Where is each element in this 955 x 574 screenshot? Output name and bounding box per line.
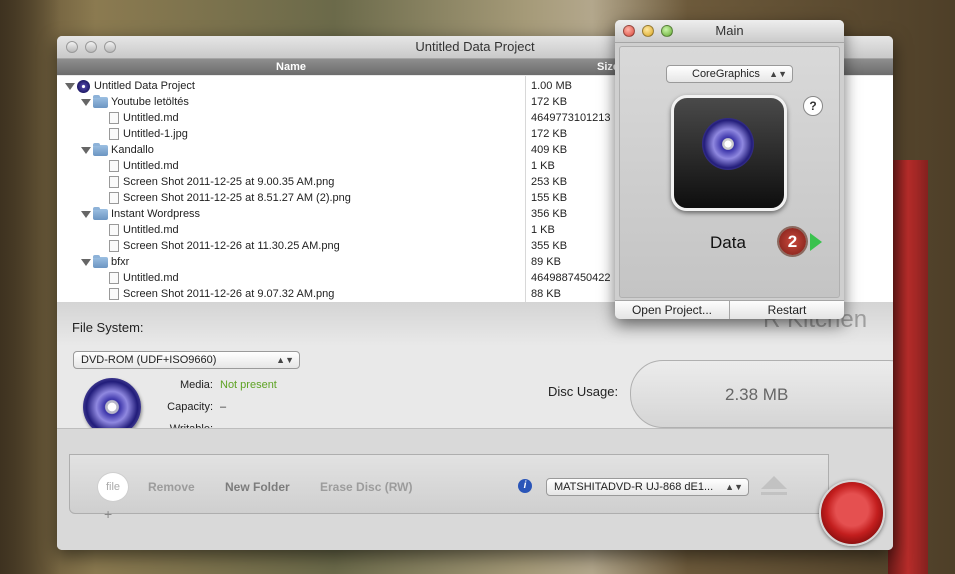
disc-usage-value: 2.38 MB <box>725 385 789 404</box>
minimize-button[interactable] <box>85 41 97 53</box>
remove-button[interactable]: Remove <box>148 480 195 494</box>
image-file-icon <box>109 288 119 301</box>
add-file-button[interactable]: file <box>97 472 129 502</box>
zoom-button[interactable] <box>661 25 673 37</box>
select-arrows-icon: ▲▼ <box>276 355 294 365</box>
background-dark-blob <box>0 0 60 574</box>
background-red-strands <box>888 160 928 574</box>
close-button[interactable] <box>66 41 78 53</box>
disclosure-triangle-icon[interactable] <box>81 98 91 106</box>
folder-icon <box>93 254 108 268</box>
project-type-label: Data <box>710 233 746 252</box>
disc-usage-label: Disc Usage: <box>548 384 619 399</box>
column-name-header[interactable]: Name <box>57 59 525 75</box>
zoom-button[interactable] <box>104 41 116 53</box>
file-icon <box>109 160 119 173</box>
info-icon[interactable]: i <box>518 479 532 493</box>
folder-icon <box>93 142 108 156</box>
open-project-button[interactable]: Open Project... <box>615 300 730 319</box>
image-file-icon <box>109 240 119 253</box>
capacity-value: – <box>220 401 227 413</box>
disc-icon <box>702 118 754 170</box>
disclosure-triangle-icon[interactable] <box>81 146 91 154</box>
next-arrow-icon[interactable] <box>810 233 822 251</box>
image-file-icon <box>109 176 119 189</box>
close-button[interactable] <box>623 25 635 37</box>
erase-disc-button[interactable]: Erase Disc (RW) <box>320 480 412 494</box>
image-file-icon <box>109 128 119 141</box>
select-arrows-icon: ▲▼ <box>769 69 787 79</box>
disc-icon <box>77 79 90 93</box>
image-file-icon <box>109 192 119 205</box>
burn-button[interactable] <box>819 480 885 546</box>
add-plus-icon: + <box>104 506 113 522</box>
disclosure-triangle-icon[interactable] <box>81 210 91 218</box>
panel-title: Main <box>715 23 744 38</box>
count-badge: 2 <box>779 228 806 255</box>
panel-titlebar: Main <box>615 20 844 43</box>
file-icon <box>109 224 119 237</box>
help-button[interactable]: ? <box>803 96 823 116</box>
file-system-select[interactable]: DVD-ROM (UDF+ISO9660) ▲▼ <box>73 351 300 369</box>
new-folder-button[interactable]: New Folder <box>225 480 290 494</box>
drive-select[interactable]: MATSHITADVD-R UJ-868 dE1... ▲▼ <box>546 478 749 496</box>
main-panel-window: Main CoreGraphics ▲▼ ? Data 2 Open Projec… <box>615 20 844 319</box>
capacity-label: Capacity: <box>167 401 213 413</box>
disclosure-triangle-icon[interactable] <box>65 82 75 90</box>
media-label: Media: <box>179 379 213 391</box>
media-value: Not present <box>220 379 277 391</box>
data-project-icon[interactable] <box>671 95 787 211</box>
restart-button[interactable]: Restart <box>730 300 844 319</box>
select-arrows-icon: ▲▼ <box>725 482 743 492</box>
minimize-button[interactable] <box>642 25 654 37</box>
folder-icon <box>93 94 108 108</box>
file-icon <box>109 112 119 125</box>
disclosure-triangle-icon[interactable] <box>81 258 91 266</box>
eject-icon[interactable] <box>761 476 787 489</box>
file-icon <box>109 272 119 285</box>
window-title: Untitled Data Project <box>415 39 535 54</box>
renderer-select[interactable]: CoreGraphics ▲▼ <box>666 65 793 83</box>
file-system-label: File System: <box>72 320 144 335</box>
eject-bar-icon <box>761 492 787 495</box>
folder-icon <box>93 206 108 220</box>
